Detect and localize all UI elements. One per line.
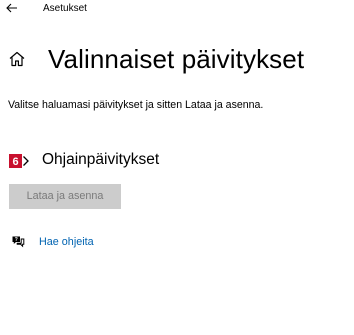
page-description: Valitse haluamasi päivitykset ja sitten … (8, 99, 264, 111)
step-number: 6 (12, 156, 18, 168)
page-header: Valinnaiset päivitykset (0, 42, 354, 78)
help-chat-icon: ? (12, 236, 25, 248)
section-driver-updates: 6 Ohjainpäivitykset (0, 148, 354, 172)
section-title[interactable]: Ohjainpäivitykset (42, 150, 159, 170)
home-icon (9, 51, 25, 67)
app-title: Asetukset (43, 3, 87, 14)
settings-window: Asetukset Valinnaiset päivitykset Valits… (0, 0, 354, 335)
number-badge-icon: 6 (9, 154, 29, 168)
download-and-install-button[interactable]: Lataa ja asenna (9, 184, 121, 209)
title-bar: Asetukset (0, 0, 354, 20)
back-button[interactable] (4, 0, 20, 16)
back-arrow-icon (6, 3, 17, 13)
help-row: ? Hae ohjeita (0, 233, 200, 251)
get-help-link[interactable]: Hae ohjeita (39, 236, 94, 249)
svg-text:?: ? (15, 237, 18, 243)
page-title: Valinnaiset päivitykset (48, 44, 305, 74)
